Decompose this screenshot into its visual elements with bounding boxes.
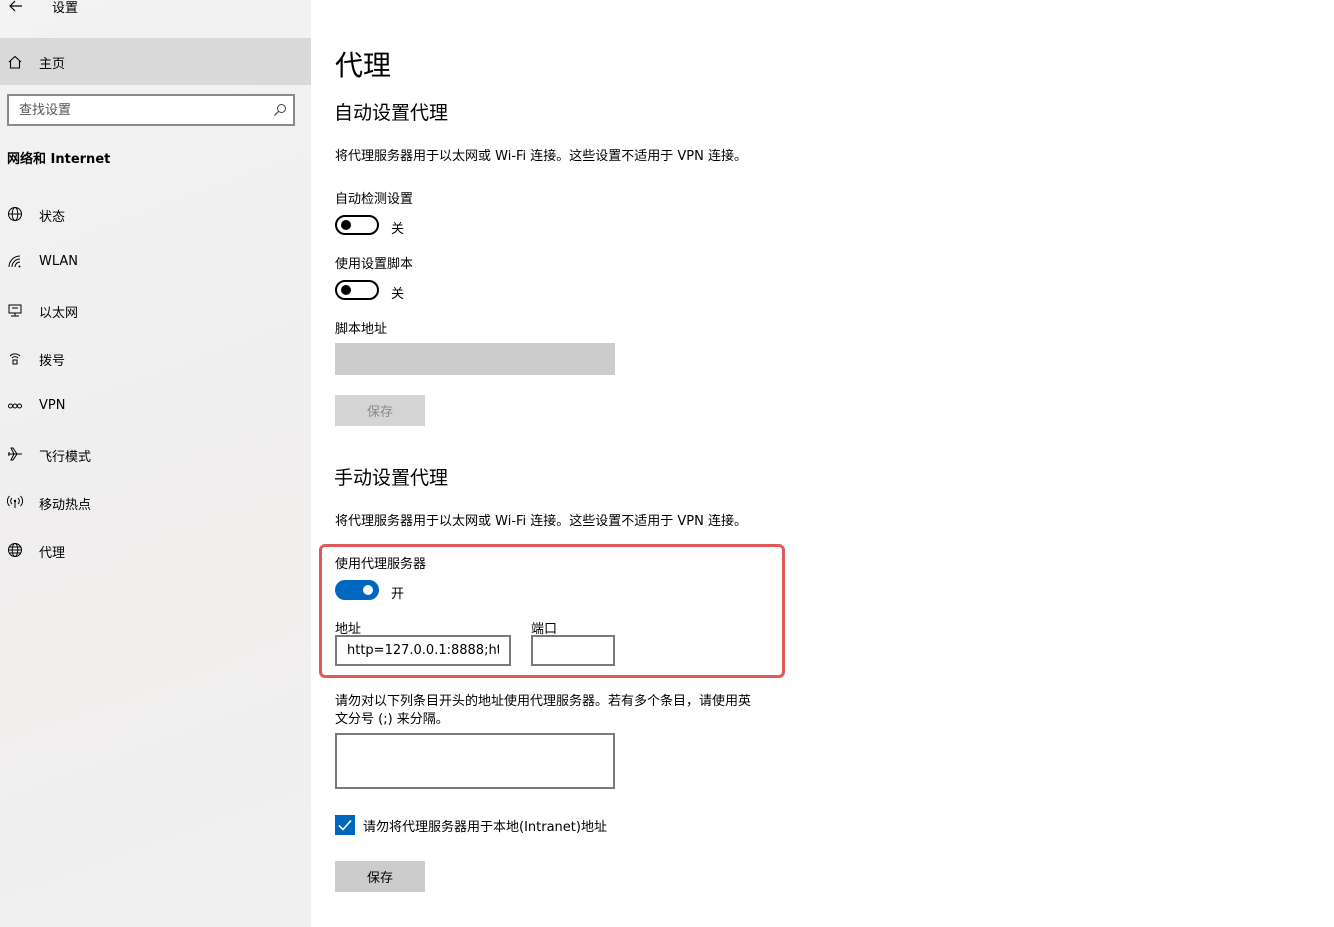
vpn-icon — [8, 403, 22, 409]
app-title: 设置 — [52, 1, 79, 16]
exceptions-description-line-1: 请勿对以下列条目开头的地址使用代理服务器。若有多个条目，请使用英 — [335, 694, 752, 709]
sidebar-item-label: VPN — [39, 398, 66, 413]
port-input[interactable] — [531, 635, 615, 666]
use-script-toggle[interactable] — [335, 280, 379, 300]
manual-save-button[interactable]: 保存 — [335, 861, 425, 892]
sidebar: 设置 主页 网络和 Internet 状态 WLAN — [0, 0, 311, 927]
manual-proxy-heading: 手动设置代理 — [334, 467, 449, 489]
search-box — [7, 94, 295, 126]
local-bypass-label: 请勿将代理服务器用于本地(Intranet)地址 — [363, 820, 607, 835]
wifi-icon — [8, 255, 21, 268]
use-proxy-toggle[interactable] — [335, 580, 379, 600]
sidebar-item-hotspot[interactable]: 移动热点 — [0, 482, 311, 522]
page-title: 代理 — [335, 49, 392, 82]
auto-save-button: 保存 — [335, 395, 425, 426]
use-script-label: 使用设置脚本 — [335, 257, 414, 272]
home-icon — [8, 55, 22, 69]
search-input[interactable] — [9, 96, 269, 124]
sidebar-item-label: 飞行模式 — [39, 450, 92, 465]
section-title: 网络和 Internet — [7, 152, 111, 167]
auto-proxy-heading: 自动设置代理 — [334, 102, 449, 124]
hotspot-icon — [7, 495, 23, 508]
ethernet-icon — [8, 304, 22, 317]
sidebar-item-label: 以太网 — [39, 306, 79, 321]
globe-status-icon — [8, 207, 22, 221]
manual-proxy-description: 将代理服务器用于以太网或 Wi-Fi 连接。这些设置不适用于 VPN 连接。 — [335, 514, 748, 529]
sidebar-item-home[interactable]: 主页 — [0, 38, 311, 85]
auto-detect-state: 关 — [391, 222, 405, 237]
back-arrow-icon — [9, 0, 22, 12]
sidebar-item-vpn[interactable]: VPN — [0, 386, 311, 426]
sidebar-item-status[interactable]: 状态 — [0, 194, 311, 234]
use-proxy-state: 开 — [391, 587, 405, 602]
use-script-state: 关 — [391, 287, 405, 302]
exceptions-input[interactable] — [335, 733, 615, 789]
script-address-input — [335, 343, 615, 375]
sidebar-item-label: 移动热点 — [39, 498, 92, 513]
local-bypass-checkbox[interactable] — [335, 815, 355, 835]
checkmark-icon — [338, 819, 352, 831]
sidebar-item-ethernet[interactable]: 以太网 — [0, 290, 311, 330]
exceptions-description-line-2: 文分号 (;) 来分隔。 — [335, 712, 449, 727]
sidebar-item-proxy[interactable]: 代理 — [0, 530, 311, 570]
auto-detect-label: 自动检测设置 — [335, 192, 414, 207]
airplane-icon — [8, 447, 22, 461]
sidebar-item-label: 拨号 — [39, 354, 66, 369]
main-panel: 代理 自动设置代理 将代理服务器用于以太网或 Wi-Fi 连接。这些设置不适用于… — [311, 0, 1334, 927]
auto-proxy-description: 将代理服务器用于以太网或 Wi-Fi 连接。这些设置不适用于 VPN 连接。 — [335, 149, 748, 164]
sidebar-item-label: 状态 — [39, 210, 66, 225]
sidebar-item-airplane-mode[interactable]: 飞行模式 — [0, 434, 311, 474]
script-address-label: 脚本地址 — [335, 322, 388, 337]
use-proxy-label: 使用代理服务器 — [335, 557, 427, 572]
back-button[interactable] — [6, 0, 28, 16]
dialup-icon — [9, 353, 21, 365]
globe-icon — [8, 543, 22, 557]
sidebar-item-label: WLAN — [39, 254, 79, 269]
auto-detect-toggle[interactable] — [335, 215, 379, 235]
sidebar-item-label: 代理 — [39, 546, 66, 561]
sidebar-item-wlan[interactable]: WLAN — [0, 242, 311, 282]
address-input[interactable] — [335, 635, 511, 666]
sidebar-item-dialup[interactable]: 拨号 — [0, 338, 311, 378]
sidebar-item-label: 主页 — [39, 57, 66, 72]
search-icon[interactable] — [273, 103, 287, 117]
